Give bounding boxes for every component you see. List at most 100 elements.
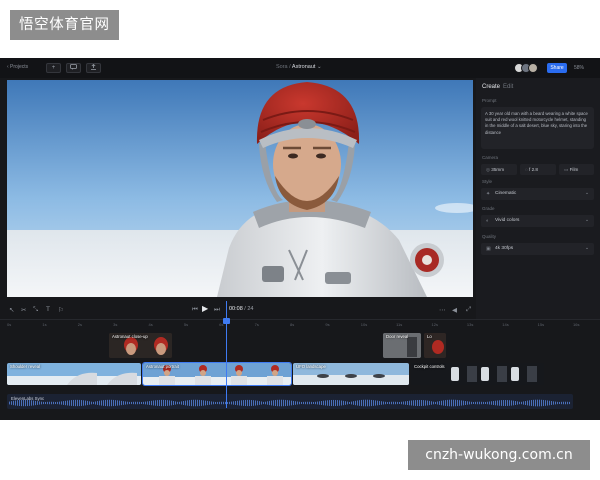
waveform-bar: [335, 399, 336, 407]
waveform-bar: [383, 401, 384, 405]
add-icon[interactable]: +: [46, 63, 61, 73]
waveform-bar: [245, 399, 246, 407]
skip-forward-icon[interactable]: ⏭: [214, 306, 220, 314]
prompt-textarea[interactable]: A 30 year old man with a beard wearing a…: [481, 107, 594, 149]
text-tool-icon[interactable]: T: [46, 306, 50, 313]
video-preview[interactable]: [7, 80, 473, 297]
clip-astronaut-close-up[interactable]: Astronaut close-up: [109, 333, 172, 358]
waveform-bar: [87, 400, 88, 406]
clip-ufo-landscape[interactable]: UFO landscape: [293, 363, 409, 385]
waveform-bar: [191, 399, 192, 407]
waveform-bar: [139, 401, 140, 405]
ruler-tick: 15s: [537, 322, 545, 327]
tab-create[interactable]: Create: [482, 84, 500, 90]
waveform-bar: [169, 400, 170, 406]
play-button[interactable]: ▶: [202, 304, 208, 313]
more-icon[interactable]: ⋯: [439, 306, 446, 314]
ruler-tick: 8s: [290, 322, 295, 327]
waveform-bar: [497, 400, 498, 406]
quality-value: 4k 30fps: [495, 246, 514, 251]
pointer-tool-icon[interactable]: ↖: [9, 306, 14, 314]
breadcrumb-current[interactable]: Astronaut: [292, 64, 316, 70]
flag-tool-icon[interactable]: ⚐: [58, 306, 64, 314]
waveform-bar: [473, 401, 474, 405]
grade-select[interactable]: ◐ Vivid colors ⌄: [481, 215, 594, 227]
waveform-bar: [435, 401, 436, 405]
waveform-bar: [131, 401, 132, 405]
waveform-bar: [469, 401, 470, 405]
waveform-bar: [183, 400, 184, 406]
style-select[interactable]: ✦ Cinematic ⌄: [481, 188, 594, 200]
waveform-bar: [551, 401, 552, 405]
back-to-projects-link[interactable]: ‹ Projects: [7, 64, 28, 70]
collaborator-avatars[interactable]: [514, 63, 540, 73]
waveform-bar: [413, 400, 414, 406]
waveform-bar: [433, 401, 434, 405]
waveform-bar: [405, 401, 406, 405]
waveform-bar: [209, 401, 210, 405]
fullscreen-icon[interactable]: ⤢: [466, 306, 471, 314]
waveform-bar: [57, 401, 58, 405]
waveform-bar: [555, 401, 556, 405]
waveform-bar: [53, 401, 54, 405]
camera-film-select[interactable]: ▭ Film: [559, 164, 594, 175]
waveform-bar: [93, 401, 94, 405]
timeline-ruler[interactable]: 0s 1s 2s 3s 4s 5s 6s 7s 8s 9s 10s 11s 12s 13s 14s 15s 16…: [0, 319, 600, 330]
waveform-bar: [523, 401, 524, 405]
waveform-bar: [243, 400, 244, 406]
waveform-bar: [511, 400, 512, 406]
transform-tool-icon[interactable]: ⤡: [33, 306, 38, 314]
clip-cockpit-controls[interactable]: Cockpit controls: [411, 363, 544, 385]
clip-door-reveal[interactable]: Door reveal: [383, 333, 421, 358]
quality-label: Quality: [482, 234, 497, 239]
zoom-level[interactable]: 58%: [574, 65, 584, 71]
waveform-bar: [155, 400, 156, 406]
waveform-bar: [381, 401, 382, 405]
waveform-bar: [33, 400, 34, 406]
upload-icon[interactable]: [86, 63, 101, 73]
waveform-bar: [73, 399, 74, 407]
playhead-handle[interactable]: [223, 318, 230, 324]
waveform-bar: [203, 400, 204, 406]
waveform-bar: [317, 401, 318, 405]
breadcrumb-parent[interactable]: Sora: [276, 64, 288, 70]
clip-lo[interactable]: Lo: [424, 333, 446, 358]
waveform-bar: [291, 400, 292, 406]
waveform-bar: [341, 400, 342, 406]
comment-icon[interactable]: [66, 63, 81, 73]
camera-lens-select[interactable]: ◎ 35mm: [481, 164, 517, 175]
split-tool-icon[interactable]: ✂: [21, 306, 26, 314]
clip-astronaut-portrait[interactable]: Astronaut portrait: [142, 362, 292, 386]
waveform-bar: [387, 401, 388, 405]
share-button[interactable]: Share: [547, 63, 567, 73]
camera-lens-value: 35mm: [491, 167, 505, 172]
audio-track[interactable]: ElevenLabs Sync: [7, 394, 573, 409]
waveform-bar: [85, 400, 86, 406]
volume-icon[interactable]: ◀: [452, 306, 457, 314]
waveform-bar: [185, 400, 186, 406]
waveform-bar: [333, 399, 334, 407]
tab-edit[interactable]: Edit: [503, 84, 513, 90]
avatar[interactable]: [528, 63, 538, 73]
waveform-bar: [65, 400, 66, 406]
clip-shoulder-reveal[interactable]: Shoulder reveal: [7, 363, 141, 385]
waveform-bar: [453, 399, 454, 407]
style-value: Cinematic: [495, 191, 517, 196]
waveform-bar: [123, 401, 124, 405]
ruler-tick: 7s: [254, 322, 259, 327]
quality-select[interactable]: ▣ 4k 30fps ⌄: [481, 243, 594, 255]
ruler-tick: 10s: [360, 322, 368, 327]
waveform-bar: [241, 400, 242, 406]
waveform-bar: [113, 399, 114, 407]
waveform-bar: [255, 400, 256, 406]
waveform-bar: [481, 401, 482, 405]
clip-label: Shoulder reveal: [10, 364, 41, 369]
waveform-bar: [275, 400, 276, 406]
chevron-down-icon[interactable]: ⌄: [317, 64, 322, 70]
waveform-bar: [419, 399, 420, 407]
style-label: Style: [482, 179, 493, 184]
resolution-icon: ▣: [486, 246, 491, 252]
camera-aperture-select[interactable]: ◌ f 2.8: [520, 164, 556, 175]
skip-back-icon[interactable]: ⏮: [192, 306, 198, 314]
waveform-bar: [95, 401, 96, 405]
